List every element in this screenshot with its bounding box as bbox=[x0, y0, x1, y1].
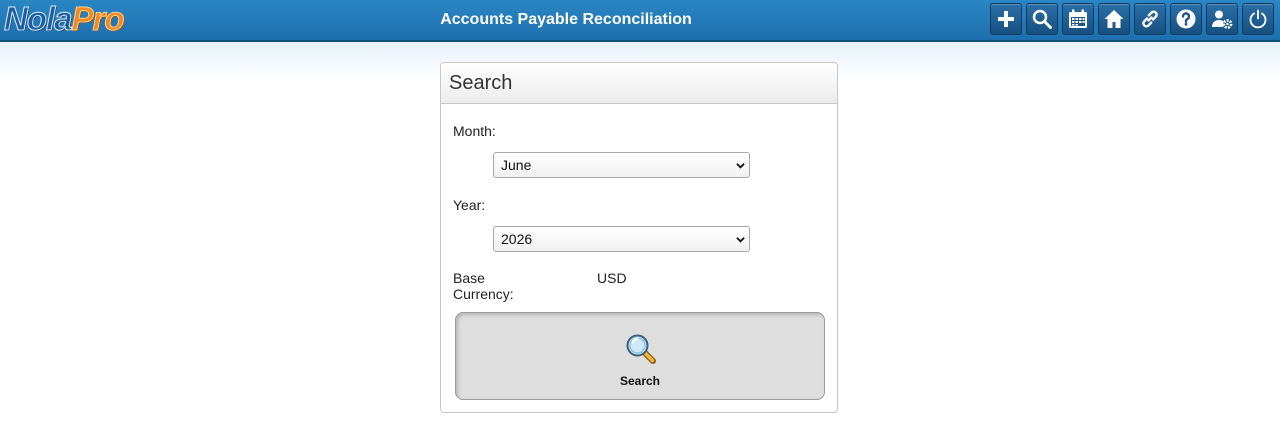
year-label: Year: bbox=[453, 197, 486, 213]
magnifier-icon bbox=[626, 334, 656, 364]
search-button-label: Search bbox=[619, 374, 661, 388]
chevron-down-icon bbox=[736, 163, 745, 169]
search-button[interactable] bbox=[1026, 3, 1058, 35]
home-icon bbox=[1104, 10, 1124, 28]
user-settings-button[interactable] bbox=[1206, 3, 1238, 35]
search-panel: Search Month: June Year: 2026 Base Curre… bbox=[440, 62, 838, 413]
month-label: Month: bbox=[453, 123, 496, 139]
links-button[interactable] bbox=[1134, 3, 1166, 35]
panel-title: Search bbox=[441, 63, 837, 104]
home-button[interactable] bbox=[1098, 3, 1130, 35]
user-gear-icon bbox=[1212, 10, 1233, 29]
base-currency-label: Base Currency: bbox=[453, 270, 514, 302]
link-icon bbox=[1142, 10, 1158, 28]
toolbar bbox=[990, 3, 1274, 35]
calendar-icon bbox=[1069, 9, 1087, 28]
add-button[interactable] bbox=[990, 3, 1022, 35]
calendar-button[interactable] bbox=[1062, 3, 1094, 35]
power-icon bbox=[1249, 9, 1267, 29]
plus-icon bbox=[998, 11, 1014, 27]
base-currency-label-line1: Base bbox=[453, 270, 485, 286]
chevron-down-icon bbox=[736, 237, 745, 243]
top-bar: NolaPro Accounts Payable Reconciliation bbox=[0, 0, 1280, 42]
search-icon bbox=[1032, 9, 1052, 29]
month-select[interactable]: June bbox=[493, 152, 750, 178]
logo-text-nola: Nola bbox=[4, 0, 74, 37]
month-select-value: June bbox=[501, 157, 532, 173]
base-currency-value: USD bbox=[597, 270, 627, 286]
search-submit-button[interactable]: Search bbox=[455, 312, 825, 400]
nolapro-logo[interactable]: NolaPro bbox=[4, 0, 126, 37]
help-button[interactable] bbox=[1170, 3, 1202, 35]
year-select-value: 2026 bbox=[501, 231, 533, 247]
page-title: Accounts Payable Reconciliation bbox=[440, 11, 692, 28]
base-currency-label-line2: Currency: bbox=[453, 286, 514, 302]
logo-text-pro: Pro bbox=[71, 0, 125, 37]
logout-button[interactable] bbox=[1242, 3, 1274, 35]
help-icon bbox=[1176, 9, 1196, 29]
year-select[interactable]: 2026 bbox=[493, 226, 750, 252]
